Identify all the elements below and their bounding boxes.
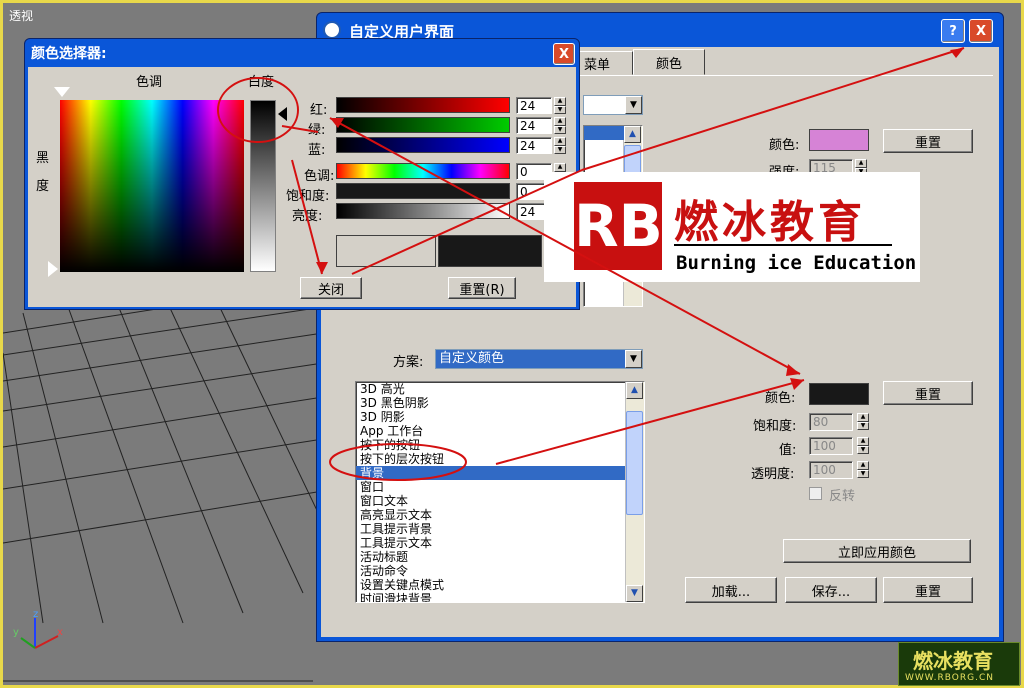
annotation-overlay [217,47,965,481]
